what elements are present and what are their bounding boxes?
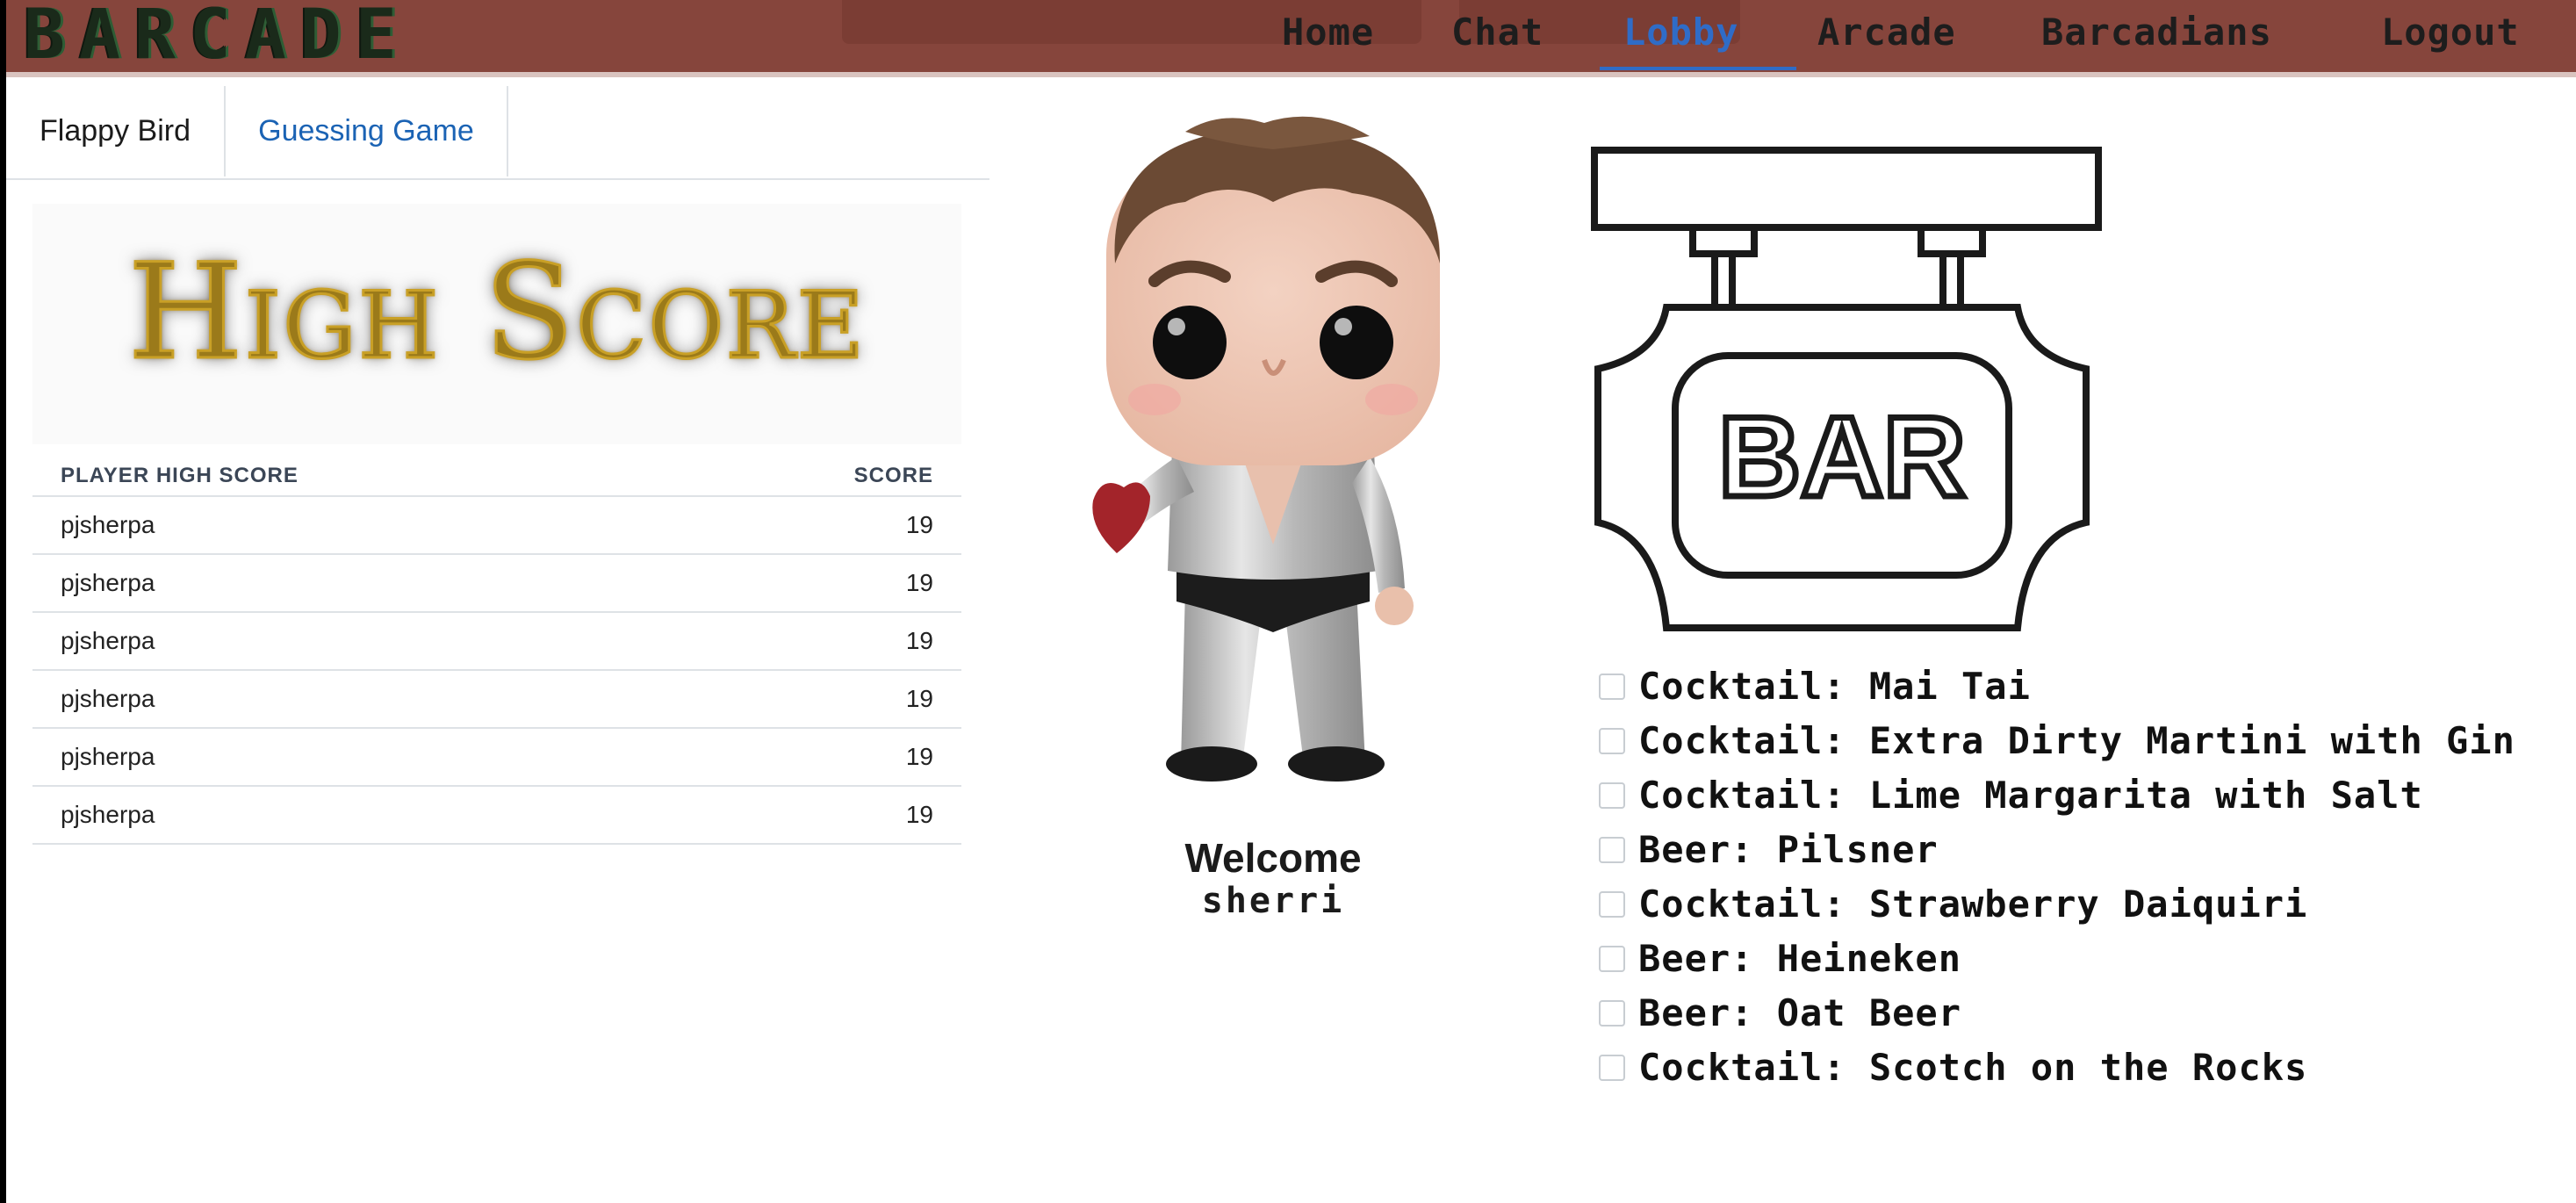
drink-order-list: Cocktail: Mai Tai Cocktail: Extra Dirty … (1596, 666, 2562, 1101)
table-row: pjsherpa 19 (32, 670, 961, 729)
player-name: pjsherpa (32, 496, 669, 555)
bar-sign-icon: BAR (1591, 147, 2102, 631)
player-score: 19 (668, 670, 961, 729)
drink-item[interactable]: Beer: Oat Beer (1596, 992, 2562, 1034)
welcome-username: sherri (1201, 881, 1345, 921)
player-score: 19 (668, 786, 961, 845)
drink-checkbox[interactable] (1599, 946, 1625, 972)
drink-checkbox[interactable] (1599, 837, 1625, 863)
player-name: pjsherpa (32, 670, 669, 729)
player-score: 19 (668, 612, 961, 671)
drink-item[interactable]: Cocktail: Mai Tai (1596, 666, 2562, 708)
drink-checkbox[interactable] (1599, 782, 1625, 809)
bar-sign-text: BAR (1718, 393, 1966, 521)
player-score: 19 (668, 554, 961, 613)
drink-item[interactable]: Beer: Pilsner (1596, 829, 2562, 871)
nav-lobby[interactable]: Lobby (1623, 5, 1738, 60)
brand-logo[interactable]: BARCADE (24, 1, 411, 69)
drink-label: Beer: Pilsner (1638, 828, 1939, 871)
table-row: pjsherpa 19 (32, 496, 961, 555)
bar-sign-image: BAR (1587, 145, 2105, 637)
welcome-heading: Welcome (1184, 835, 1362, 881)
drink-checkbox[interactable] (1599, 1055, 1625, 1081)
drink-label: Cocktail: Scotch on the Rocks (1638, 1046, 2308, 1089)
game-tabs: Flappy Bird Guessing Game (6, 86, 989, 180)
nav-home[interactable]: Home (1282, 5, 1374, 60)
drink-checkbox[interactable] (1599, 674, 1625, 700)
window-edge (0, 0, 6, 1203)
avatar-figure-illustration (1092, 116, 1440, 782)
player-name: pjsherpa (32, 786, 669, 845)
high-score-banner: High Score (32, 204, 961, 444)
nav-barcadians[interactable]: Barcadians (2041, 5, 2272, 60)
drink-item[interactable]: Cocktail: Extra Dirty Martini with Gin (1596, 720, 2516, 762)
player-score: 19 (668, 728, 961, 787)
table-row: pjsherpa 19 (32, 554, 961, 613)
player-name: pjsherpa (32, 612, 669, 671)
drink-checkbox[interactable] (1599, 891, 1625, 918)
active-nav-indicator (1600, 67, 1796, 70)
drink-checkbox[interactable] (1599, 728, 1625, 754)
player-score: 19 (668, 496, 961, 555)
player-name: pjsherpa (32, 554, 669, 613)
table-row: pjsherpa 19 (32, 612, 961, 671)
drink-item[interactable]: Cocktail: Strawberry Daiquiri (1596, 883, 2562, 926)
navbar: BARCADE Home Chat Lobby Arcade Barcadian… (6, 0, 2576, 77)
tab-guessing-game[interactable]: Guessing Game (226, 86, 508, 176)
table-row: pjsherpa 19 (32, 728, 961, 787)
player-name: pjsherpa (32, 728, 669, 787)
nav-arcade[interactable]: Arcade (1817, 5, 1956, 60)
drink-item[interactable]: Cocktail: Scotch on the Rocks (1596, 1047, 2562, 1089)
drink-label: Cocktail: Extra Dirty Martini with Gin (1638, 719, 2515, 762)
table-row: pjsherpa 19 (32, 786, 961, 845)
nav-logout[interactable]: Logout (2381, 5, 2520, 60)
drink-label: Cocktail: Mai Tai (1638, 665, 2031, 708)
high-score-table: PLAYER HIGH SCORE SCORE pjsherpa 19 pjsh… (32, 457, 961, 845)
high-score-banner-text: High Score (126, 235, 867, 391)
column-header-player: PLAYER HIGH SCORE (32, 457, 669, 497)
drink-item[interactable]: Cocktail: Lime Margarita with Salt (1596, 774, 2516, 817)
tab-flappy-bird[interactable]: Flappy Bird (6, 86, 226, 176)
user-avatar-figure (1054, 97, 1493, 799)
drink-label: Beer: Heineken (1638, 937, 1962, 980)
nav-chat[interactable]: Chat (1451, 5, 1543, 60)
drink-checkbox[interactable] (1599, 1000, 1625, 1027)
table-header-row: PLAYER HIGH SCORE SCORE (32, 457, 961, 497)
drink-label: Cocktail: Strawberry Daiquiri (1638, 882, 2308, 926)
drink-label: Cocktail: Lime Margarita with Salt (1638, 774, 2423, 817)
drink-label: Beer: Oat Beer (1638, 991, 1962, 1034)
drink-item[interactable]: Beer: Heineken (1596, 938, 2562, 980)
column-header-score: SCORE (668, 457, 961, 497)
